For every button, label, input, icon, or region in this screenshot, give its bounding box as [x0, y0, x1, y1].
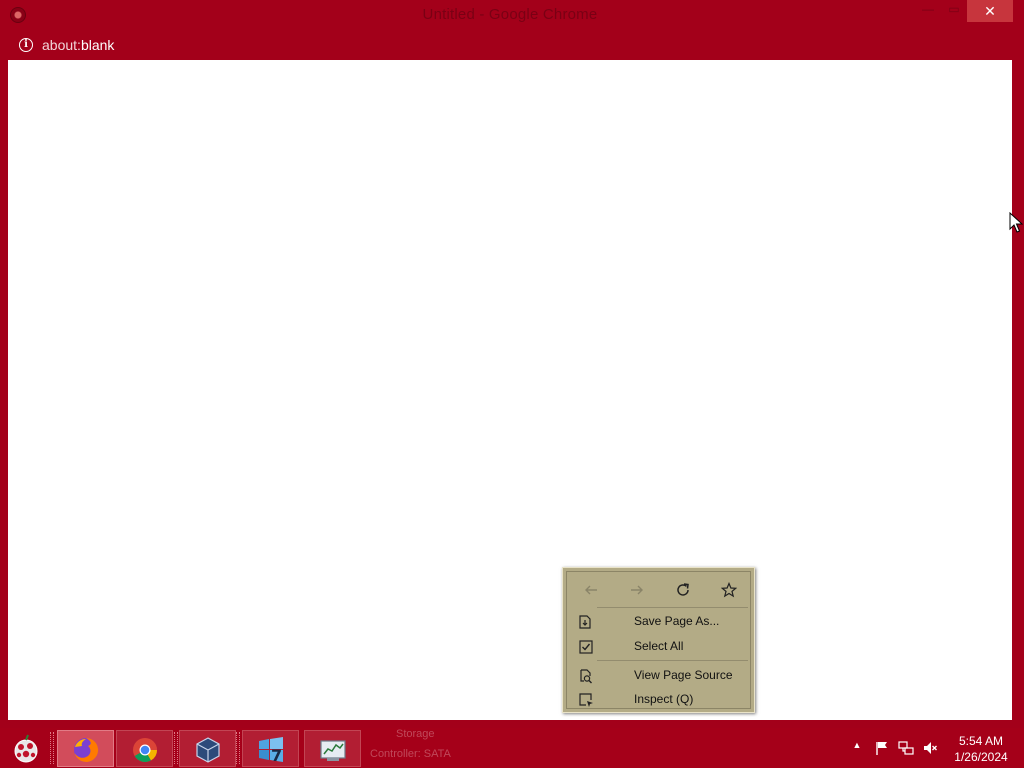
select-all-icon	[579, 640, 593, 654]
inspect-icon	[579, 693, 593, 707]
background-ghost-text: Controller: SATA	[370, 748, 451, 760]
taskbar-clock[interactable]: 5:54 AM 1/26/2024	[950, 733, 1012, 765]
network-icon[interactable]	[898, 740, 914, 756]
clock-time: 5:54 AM	[958, 734, 1004, 748]
taskbar-app-windows7[interactable]: 7	[242, 730, 299, 767]
url-path: blank	[80, 37, 115, 53]
menu-separator	[597, 660, 748, 661]
arrow-left-icon	[585, 585, 597, 595]
bookmark-button[interactable]	[717, 578, 741, 602]
reload-button[interactable]	[671, 578, 695, 602]
title-bar[interactable]: Untitled - Google Chrome — ▭ ✕	[0, 0, 1020, 32]
taskbar-grip[interactable]	[50, 732, 54, 764]
taskbar-app-virtualbox[interactable]	[179, 730, 236, 767]
start-button-icon[interactable]	[4, 731, 48, 767]
menu-item-label: View Page Source	[634, 668, 733, 682]
context-menu-nav-row	[567, 572, 750, 608]
address-bar[interactable]: i about:blank	[0, 32, 1020, 60]
view-source-icon	[580, 669, 592, 684]
virtualbox-icon	[196, 737, 220, 763]
forward-button[interactable]	[625, 578, 649, 602]
save-page-icon	[579, 615, 591, 629]
menu-item-save-page-as[interactable]: Save Page As...	[567, 610, 750, 634]
menu-item-label: Inspect (Q)	[634, 692, 694, 706]
reload-icon	[677, 583, 689, 596]
volume-muted-icon[interactable]	[922, 740, 938, 756]
taskbar: Storage Controller: SATA 7 ▲ 5:54 AM 1/2…	[0, 728, 1024, 768]
context-menu: Save Page As... Select All View Page Sou…	[562, 567, 755, 713]
background-ghost-text: Storage	[396, 728, 435, 740]
url-text[interactable]: about:blank	[42, 37, 114, 53]
resource-monitor-icon	[320, 740, 346, 761]
windows7-vm-icon: 7	[259, 737, 283, 765]
show-hidden-icons-icon[interactable]: ▲	[849, 740, 865, 756]
chrome-icon	[133, 738, 157, 763]
chrome-window: Untitled - Google Chrome — ▭ ✕ i about:b…	[0, 0, 1020, 728]
menu-separator	[597, 607, 748, 608]
close-button[interactable]: ✕	[967, 0, 1013, 22]
taskbar-app-resource-monitor[interactable]	[304, 730, 361, 767]
minimize-button[interactable]: —	[918, 2, 938, 24]
window-title: Untitled - Google Chrome	[422, 6, 598, 23]
mouse-cursor-icon	[1009, 212, 1023, 233]
maximize-button[interactable]: ▭	[944, 2, 964, 24]
url-scheme: about:	[42, 37, 81, 53]
menu-item-inspect[interactable]: Inspect (Q)	[567, 688, 750, 712]
clock-date: 1/26/2024	[954, 750, 1008, 764]
action-center-flag-icon[interactable]	[874, 740, 890, 756]
taskbar-app-firefox[interactable]	[57, 730, 114, 767]
menu-item-label: Save Page As...	[634, 614, 720, 628]
menu-item-select-all[interactable]: Select All	[567, 635, 750, 659]
firefox-icon	[74, 737, 99, 762]
menu-item-label: Select All	[634, 639, 684, 653]
info-icon[interactable]: i	[19, 38, 33, 52]
taskbar-grip[interactable]	[236, 732, 240, 764]
page-viewport[interactable]	[8, 60, 1012, 720]
star-icon	[720, 581, 738, 598]
taskbar-app-chrome[interactable]	[116, 730, 173, 767]
arrow-right-icon	[631, 585, 643, 595]
back-button[interactable]	[579, 578, 603, 602]
svg-text:7: 7	[271, 746, 282, 765]
taskbar-grip[interactable]	[174, 732, 178, 764]
menu-item-view-page-source[interactable]: View Page Source	[567, 664, 750, 688]
